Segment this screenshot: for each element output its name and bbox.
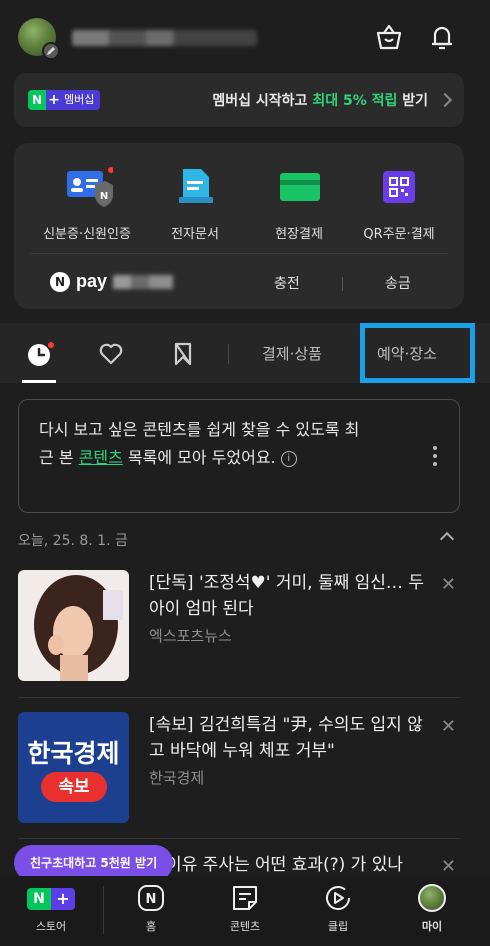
contents-icon [231, 884, 259, 912]
badge-label: 멤버십 [64, 93, 95, 106]
store-icon: N + [27, 888, 75, 910]
divider [342, 277, 343, 291]
membership-banner[interactable]: N + 멤버십 멤버십 시작하고 최대 5% 적립 받기 [14, 73, 464, 127]
membership-text-highlight: 최대 5% 적립 [312, 93, 398, 109]
nav-contents[interactable]: 콘텐츠 [210, 884, 280, 934]
service-id-auth[interactable]: N 신분증·신원인증 [32, 167, 142, 242]
document-icon [175, 167, 215, 207]
nav-label: 클립 [327, 920, 349, 933]
service-on-site-payment[interactable]: 현장결제 [244, 167, 354, 242]
shopping-bag-icon[interactable] [374, 22, 404, 52]
nav-clip[interactable]: 클립 [303, 884, 373, 934]
id-card-icon: N [67, 167, 114, 207]
divider [103, 886, 104, 934]
npay-row: N pay 충전 송금 [14, 263, 464, 303]
svg-text:N: N [146, 892, 157, 907]
qr-code-icon [379, 167, 419, 207]
tab-payment-products[interactable]: 결제·상품 [262, 343, 322, 364]
nav-home[interactable]: N 홈 [116, 884, 186, 934]
chevron-up-icon [439, 531, 455, 547]
home-icon: N [137, 884, 165, 912]
news-item[interactable]: 한국경제 속보 [속보] 김건희특검 "尹, 수의도 입지 않고 바닥에 누워 … [18, 712, 460, 823]
naver-plus-membership-badge: N + 멤버십 [28, 90, 101, 110]
edit-icon [42, 42, 60, 60]
service-label: 현장결제 [275, 227, 323, 242]
news-title: 이유 주사는 어떤 효과(?) 가 있나 [166, 855, 403, 875]
charge-link[interactable]: 충전 [274, 273, 300, 293]
nav-store[interactable]: N + 스토어 [16, 884, 86, 934]
news-title: [단독] '조정석♥' 거미, 둘째 임신… 두 아이 엄마 된다 [149, 573, 424, 619]
card-payment-icon [279, 167, 320, 207]
badge-plus: + [48, 92, 60, 108]
nav-label: 콘텐츠 [229, 920, 261, 933]
date-label: 오늘, 25. 8. 1. 금 [18, 533, 128, 549]
close-icon[interactable]: ✕ [441, 574, 456, 595]
recent-contents-info: 다시 보고 싶은 콘텐츠를 쉽게 찾을 수 있도록 최근 본 콘텐츠 목록에 모… [18, 399, 460, 513]
news-thumbnail [18, 570, 129, 681]
heart-icon[interactable] [98, 341, 124, 367]
nav-my[interactable]: 마이 [397, 884, 467, 934]
badge-n: N [28, 90, 46, 110]
bell-icon[interactable] [427, 22, 457, 52]
active-tab-indicator [22, 380, 56, 383]
nav-label: 마이 [421, 920, 443, 933]
top-bar [0, 0, 490, 72]
chevron-right-icon [437, 92, 453, 108]
service-label: 전자문서 [171, 227, 219, 242]
service-label: 신분증·신원인증 [43, 227, 131, 242]
contents-link[interactable]: 콘텐츠 [79, 448, 123, 467]
news-source: 엑스포츠뉴스 [149, 627, 232, 645]
send-link[interactable]: 송금 [385, 273, 411, 293]
bottom-navigation: N + 스토어 N 홈 콘텐츠 클립 마이 [0, 876, 490, 946]
divider [30, 253, 448, 254]
nav-label: 스토어 [35, 920, 67, 933]
clip-icon [324, 884, 352, 912]
divider [18, 697, 460, 698]
npay-balance[interactable]: N pay [50, 271, 174, 292]
npay-label: pay [76, 271, 108, 291]
news-source: 한국경제 [149, 769, 205, 787]
svg-text:N: N [100, 191, 108, 202]
membership-text-before: 멤버십 시작하고 [212, 93, 313, 109]
news-item[interactable]: [단독] '조정석♥' 거미, 둘째 임신… 두 아이 엄마 된다 엑스포츠뉴스… [18, 570, 460, 681]
tab-highlight-box [360, 323, 475, 383]
my-avatar-icon [418, 884, 446, 912]
close-icon[interactable]: ✕ [441, 856, 456, 876]
services-card: N 신분증·신원인증 전자문서 현장결제 QR주문·결제 N pay 충전 송금 [14, 143, 464, 309]
thumb-text: 한국경제 [27, 739, 120, 768]
profile-avatar[interactable] [18, 18, 60, 60]
news-title: [속보] 김건희특검 "尹, 수의도 입지 않고 바닥에 누워 체포 거부" [149, 715, 423, 761]
date-header[interactable]: 오늘, 25. 8. 1. 금 [18, 530, 458, 550]
user-name-blurred[interactable] [72, 30, 257, 46]
service-qr-order[interactable]: QR주문·결제 [344, 167, 454, 242]
more-options-icon[interactable] [433, 446, 437, 470]
service-e-document[interactable]: 전자문서 [140, 167, 250, 242]
close-icon[interactable]: ✕ [441, 716, 456, 737]
membership-text-after: 받기 [397, 93, 428, 109]
divider [228, 344, 229, 364]
breaking-badge: 속보 [41, 772, 107, 802]
bookmark-icon[interactable] [170, 341, 196, 367]
info-text: 다시 보고 싶은 콘텐츠를 쉽게 찾을 수 있도록 최근 본 콘텐츠 목록에 모… [39, 416, 369, 472]
info-text-2: 목록에 모아 두었어요. [122, 448, 276, 467]
npay-logo-icon: N [50, 271, 70, 292]
nav-label: 홈 [145, 920, 157, 933]
membership-text: 멤버십 시작하고 최대 5% 적립 받기 [212, 90, 428, 110]
npay-amount-blurred [113, 274, 174, 289]
divider [18, 838, 460, 839]
clock-icon[interactable] [26, 341, 54, 367]
info-icon[interactable]: i [280, 450, 297, 467]
news-thumbnail: 한국경제 속보 [18, 712, 129, 823]
service-label: QR주문·결제 [363, 227, 435, 242]
